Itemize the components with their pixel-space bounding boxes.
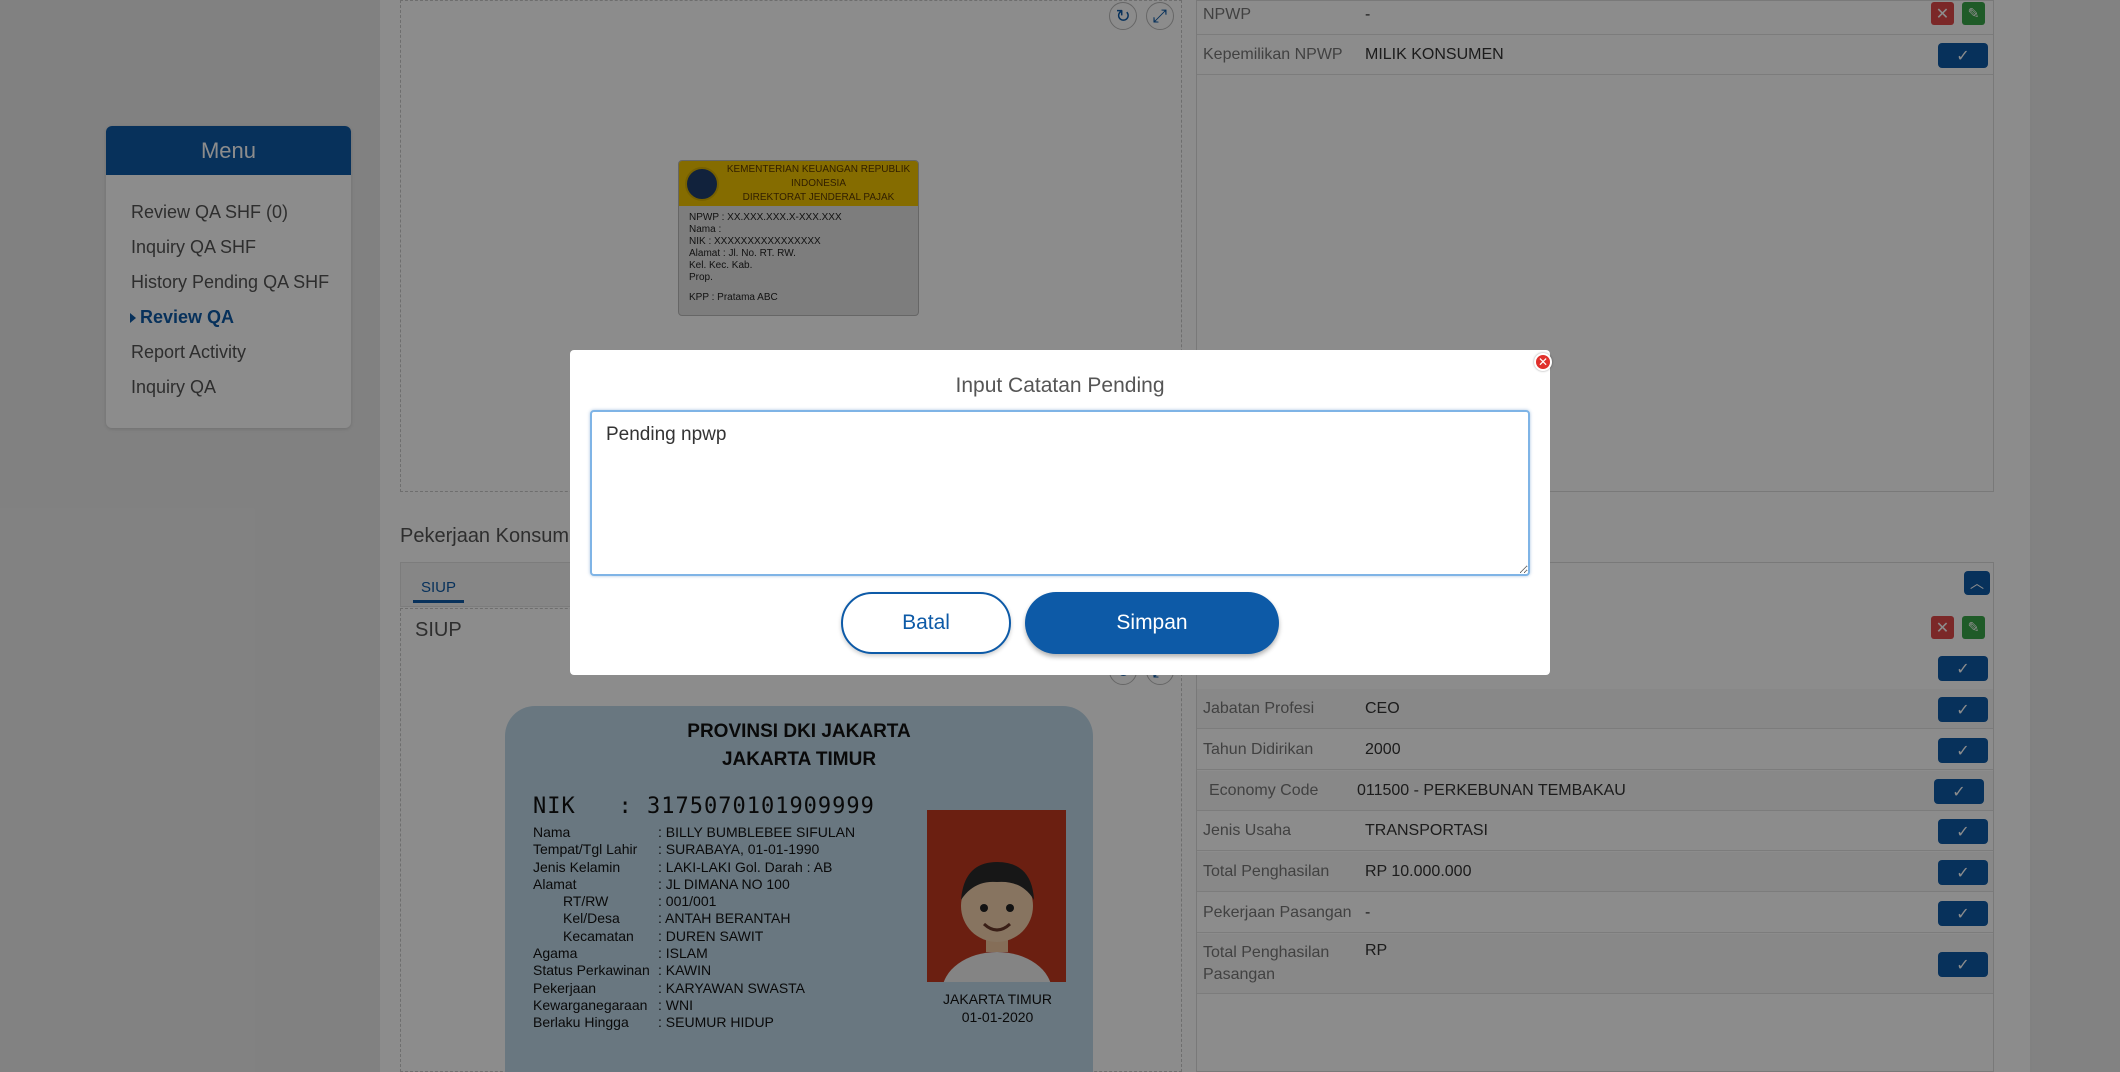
pending-note-textarea[interactable]: Pending npwp bbox=[590, 410, 1530, 576]
pending-note-dialog: Input Catatan Pending ✕ Pending npwp Bat… bbox=[570, 350, 1552, 675]
save-button[interactable]: Simpan bbox=[1025, 592, 1279, 654]
close-icon[interactable]: ✕ bbox=[1534, 353, 1552, 371]
cancel-button[interactable]: Batal bbox=[841, 592, 1011, 654]
dialog-title: Input Catatan Pending bbox=[955, 374, 1165, 397]
